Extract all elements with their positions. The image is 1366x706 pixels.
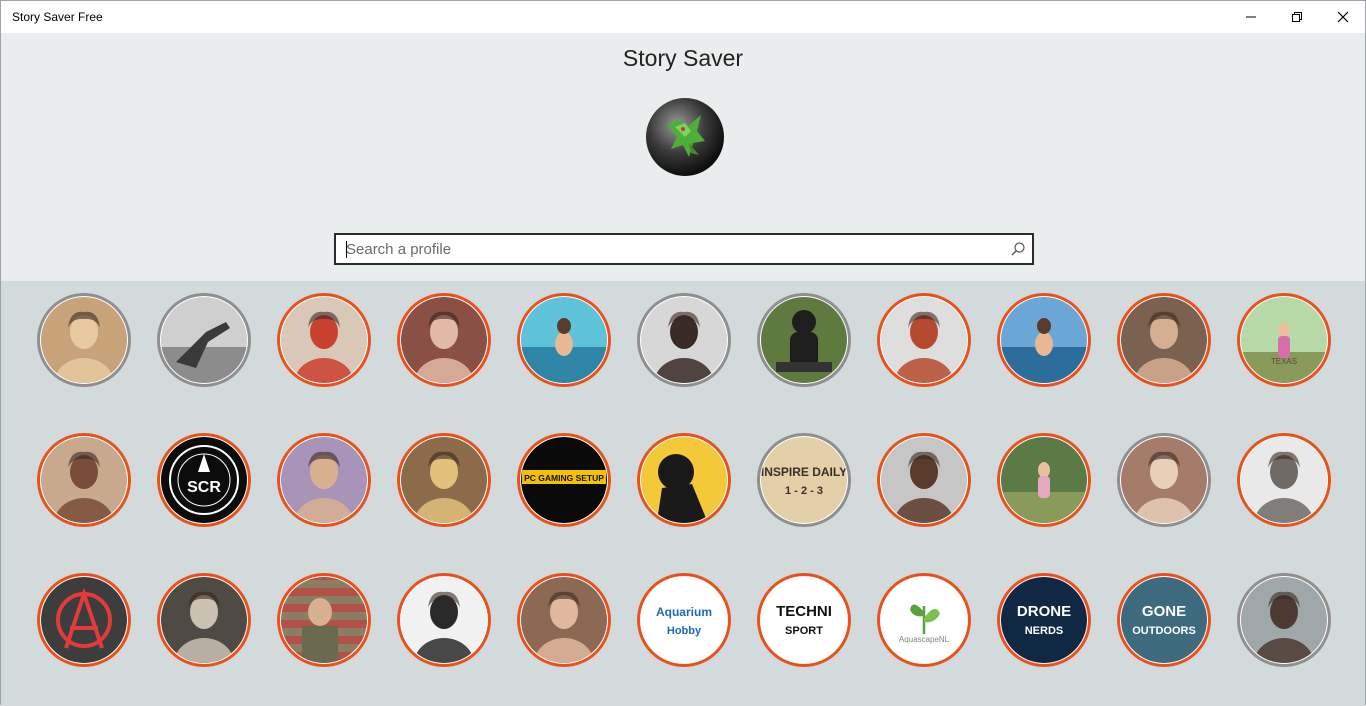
restore-icon bbox=[1292, 12, 1302, 22]
profile-avatar[interactable] bbox=[276, 292, 372, 388]
profile-avatar[interactable] bbox=[36, 572, 132, 668]
person-photo-icon bbox=[277, 293, 371, 387]
profile-badge-text: INSPIRE DAILY bbox=[761, 465, 847, 479]
close-button[interactable] bbox=[1320, 1, 1366, 33]
profile-avatar[interactable] bbox=[276, 572, 372, 668]
profile-avatar[interactable] bbox=[516, 572, 612, 668]
profile-avatar[interactable]: Aquarium Hobby bbox=[636, 572, 732, 668]
moto-photo-icon bbox=[757, 293, 851, 387]
profile-avatar[interactable]: PC GAMING SETUP bbox=[516, 432, 612, 528]
profile-avatar[interactable] bbox=[396, 432, 492, 528]
profile-badge-text: Hobby bbox=[667, 625, 702, 637]
profile-avatar[interactable] bbox=[636, 292, 732, 388]
person-photo-icon bbox=[637, 293, 731, 387]
profile-avatar[interactable] bbox=[396, 572, 492, 668]
minimize-button[interactable] bbox=[1228, 1, 1274, 33]
dragon-avatar-icon bbox=[646, 98, 724, 176]
profile-badge-text: OUTDOORS bbox=[1132, 625, 1196, 637]
app-avatar bbox=[645, 97, 725, 177]
profile-avatar[interactable] bbox=[36, 292, 132, 388]
text-logo-icon: Aquarium Hobby bbox=[637, 573, 731, 667]
person-photo-icon bbox=[1117, 293, 1211, 387]
header: Story Saver bbox=[1, 33, 1365, 281]
person-photo-icon bbox=[397, 433, 491, 527]
profile-badge-text: TEXAS bbox=[1271, 357, 1297, 366]
profile-avatar[interactable]: SCR bbox=[156, 432, 252, 528]
app-title: Story Saver Free bbox=[12, 10, 103, 24]
profile-badge-text: GONE bbox=[1142, 603, 1186, 620]
person-photo-icon bbox=[37, 293, 131, 387]
profile-avatar[interactable] bbox=[36, 432, 132, 528]
person-photo-icon bbox=[517, 573, 611, 667]
profile-avatar[interactable] bbox=[156, 292, 252, 388]
person-photo-icon bbox=[397, 573, 491, 667]
search-box[interactable] bbox=[334, 233, 1034, 265]
person-photo-icon bbox=[157, 573, 251, 667]
anarchy-logo-icon bbox=[37, 573, 131, 667]
plant-logo-icon: AquascapeNL bbox=[877, 573, 971, 667]
profile-avatar[interactable] bbox=[1116, 432, 1212, 528]
profile-badge-text: Aquarium bbox=[656, 605, 712, 619]
profile-avatar[interactable] bbox=[996, 292, 1092, 388]
text-caret bbox=[346, 241, 347, 258]
profile-badge-text: PC GAMING SETUP bbox=[524, 473, 604, 483]
logo-banner-icon: PC GAMING SETUP bbox=[517, 433, 611, 527]
text-logo-icon: GONE OUTDOORS bbox=[1117, 573, 1211, 667]
profile-avatar[interactable] bbox=[1116, 292, 1212, 388]
close-icon bbox=[1337, 11, 1349, 23]
minimize-icon bbox=[1246, 16, 1256, 18]
profile-avatar[interactable]: TEXAS bbox=[1236, 292, 1332, 388]
profile-badge-text: SPORT bbox=[785, 625, 823, 637]
profile-avatar[interactable] bbox=[756, 292, 852, 388]
text-logo-icon: INSPIRE DAILY 1 - 2 - 3 bbox=[757, 433, 851, 527]
search-input[interactable] bbox=[346, 235, 986, 263]
profile-badge-text: NERDS bbox=[1025, 625, 1064, 637]
profile-badge-text: AquascapeNL bbox=[899, 635, 950, 644]
profile-avatar[interactable] bbox=[156, 572, 252, 668]
profile-avatar[interactable] bbox=[1236, 432, 1332, 528]
profile-avatar[interactable]: GONE OUTDOORS bbox=[1116, 572, 1212, 668]
text-logo-icon: TECHNI SPORT bbox=[757, 573, 851, 667]
search-icon[interactable] bbox=[1010, 241, 1026, 257]
profile-avatar[interactable]: AquascapeNL bbox=[876, 572, 972, 668]
outdoor-photo-icon bbox=[997, 433, 1091, 527]
profile-avatar[interactable] bbox=[276, 432, 372, 528]
person-photo-icon bbox=[1237, 433, 1331, 527]
profile-badge-text: 1 - 2 - 3 bbox=[785, 485, 823, 497]
outdoor-photo-icon: TEXAS bbox=[1237, 293, 1331, 387]
profile-badge-text: SCR bbox=[187, 479, 221, 496]
profile-avatar[interactable] bbox=[516, 292, 612, 388]
profile-avatar[interactable]: TECHNI SPORT bbox=[756, 572, 852, 668]
beach-photo-icon bbox=[997, 293, 1091, 387]
profile-grid: TEXAS SCR PC GAMING SETUP INSPIRE DAILY 1 - … bbox=[1, 281, 1365, 706]
profile-badge-text: DRONE bbox=[1017, 603, 1071, 620]
page-title: Story Saver bbox=[622, 45, 744, 71]
text-logo-icon: DRONE NERDS bbox=[997, 573, 1091, 667]
restore-button[interactable] bbox=[1274, 1, 1320, 33]
person-photo-icon bbox=[1117, 433, 1211, 527]
person-photo-icon bbox=[1237, 573, 1331, 667]
app-window: Story Saver Free Story Saver Search a pr… bbox=[0, 0, 1366, 706]
profile-avatar[interactable]: DRONE NERDS bbox=[996, 572, 1092, 668]
profile-avatar[interactable] bbox=[876, 292, 972, 388]
beach-photo-icon bbox=[517, 293, 611, 387]
profile-avatar[interactable] bbox=[876, 432, 972, 528]
profile-avatar[interactable]: INSPIRE DAILY 1 - 2 - 3 bbox=[756, 432, 852, 528]
profile-avatar[interactable] bbox=[1236, 572, 1332, 668]
profile-avatar[interactable] bbox=[636, 432, 732, 528]
profile-avatar[interactable] bbox=[396, 292, 492, 388]
person-photo-icon bbox=[277, 433, 371, 527]
logo-badge-icon: SCR bbox=[157, 433, 251, 527]
flag-photo-icon bbox=[277, 573, 371, 667]
silhouette-icon bbox=[637, 433, 731, 527]
person-photo-icon bbox=[397, 293, 491, 387]
person-photo-icon bbox=[37, 433, 131, 527]
profile-avatar[interactable] bbox=[996, 432, 1092, 528]
profile-badge-text: TECHNI bbox=[776, 603, 832, 620]
person-photo-icon bbox=[877, 433, 971, 527]
person-photo-icon bbox=[877, 293, 971, 387]
title-bar: Story Saver Free bbox=[1, 1, 1365, 33]
bw-photo-icon bbox=[157, 293, 251, 387]
